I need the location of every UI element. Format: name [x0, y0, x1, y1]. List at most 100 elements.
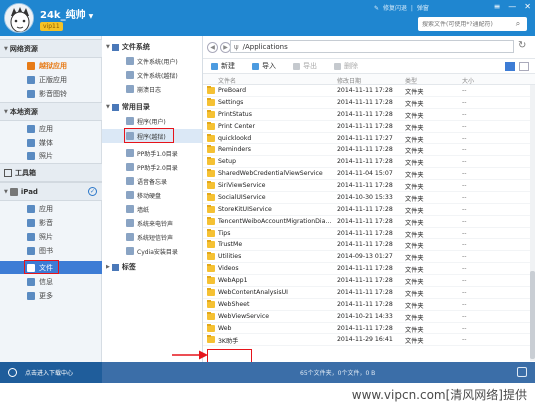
import-button[interactable]: 导入 [252, 61, 276, 71]
file-type: 文件夹 [405, 207, 424, 215]
tree-item-pp1-dir[interactable]: PP助手1.0目录 [102, 146, 202, 160]
file-name: 3K助手 [218, 338, 239, 346]
device-header[interactable]: ▼ iPad ✓ [0, 182, 102, 201]
tree-header-common[interactable]: ▼ 常用目录 [106, 102, 150, 112]
sidebar-item-device-messages[interactable]: 信息 [0, 275, 102, 288]
watermark-text: www.vipcn.com[清风网络]提供 [351, 388, 527, 402]
sidebar-item-device-media[interactable]: 影音 [0, 216, 102, 229]
sidebar-item-official-apps[interactable]: 正版应用 [0, 73, 102, 86]
table-row[interactable]: PrintStatus 2014-11-11 17:28 文件夹 -- [203, 109, 535, 121]
table-row[interactable]: WebViewService 2014-10-21 14:33 文件夹 -- [203, 311, 535, 323]
tree-item-wallpaper[interactable]: 墙纸 [102, 202, 202, 216]
microphone-icon [126, 177, 134, 185]
repair-crash-link[interactable]: 修复闪退 [383, 5, 407, 12]
tree-item-crash-logs[interactable]: 崩溃日志 [102, 82, 202, 96]
menu-icon[interactable]: ≡ [494, 2, 501, 11]
sidebar-item-device-photos[interactable]: 照片 [0, 230, 102, 243]
sidebar-item-toolbox[interactable]: 工具箱 [0, 163, 102, 182]
tree-header-filesystem[interactable]: ▼ 文件系统 [106, 42, 150, 52]
section-network-resources[interactable]: ▼ 网络资源 [0, 39, 102, 58]
column-date[interactable]: 修改日期 [337, 76, 361, 85]
refresh-icon[interactable]: ↻ [518, 40, 526, 51]
sidebar-item-local-photos[interactable]: 照片 [0, 149, 102, 162]
table-row[interactable]: Tips 2014-11-11 17:28 文件夹 -- [203, 228, 535, 240]
file-date: 2014-11-11 17:28 [337, 277, 393, 284]
table-row[interactable]: 3K助手 2014-11-29 16:41 文件夹 -- [203, 334, 535, 347]
file-type: 文件夹 [405, 112, 424, 120]
tree-item-call-ringtones[interactable]: 系统来电铃声 [102, 216, 202, 230]
table-row[interactable]: TencentWeiboAccountMigrationDia... 2014-1… [203, 216, 535, 228]
log-icon [126, 85, 134, 93]
scrollbar[interactable] [530, 85, 535, 361]
tree-item-fs-user[interactable]: 文件系统(用户) [102, 54, 202, 68]
table-row[interactable]: PreBoard 2014-11-11 17:28 文件夹 -- [203, 85, 535, 97]
tree-item-apps-user[interactable]: 程序(用户) [102, 114, 202, 128]
table-row[interactable]: Utilities 2014-09-13 01:27 文件夹 -- [203, 251, 535, 264]
app-icon [27, 124, 35, 133]
column-type[interactable]: 类型 [405, 76, 417, 85]
username[interactable]: 24k_纯帅 ▼ [40, 6, 93, 21]
tree-item-sms-ringtones[interactable]: 系统短信铃声 [102, 230, 202, 244]
search-icon[interactable]: ⌕ [512, 19, 524, 29]
minimize-icon[interactable]: — [508, 2, 516, 11]
task-icon[interactable] [517, 367, 527, 377]
table-row[interactable]: quicklookd 2014-11-11 17:27 文件夹 -- [203, 133, 535, 145]
folder-icon [207, 181, 215, 189]
table-row[interactable]: SiriViewService 2014-11-11 17:28 文件夹 -- [203, 180, 535, 192]
download-center-button[interactable]: 点击进入下载中心 [0, 362, 102, 383]
file-name: Utilities [218, 253, 242, 261]
file-size: -- [462, 241, 467, 249]
column-size[interactable]: 大小 [462, 76, 474, 85]
folder-icon [207, 287, 215, 296]
column-name[interactable]: 文件名 [218, 76, 236, 85]
table-row[interactable]: Reminders 2014-11-11 17:28 文件夹 -- [203, 144, 535, 157]
table-row[interactable]: SharedWebCredentialViewService 2014-11-04… [203, 168, 535, 180]
section-local-resources[interactable]: ▼ 本地资源 [0, 102, 102, 121]
sidebar-item-device-apps[interactable]: 应用 [0, 202, 102, 215]
export-button[interactable]: 导出 [293, 61, 317, 71]
list-view-icon[interactable] [505, 62, 515, 71]
grid-view-icon[interactable] [519, 62, 529, 71]
delete-button[interactable]: 删除 [334, 61, 358, 71]
popup-link[interactable]: 弹窗 [417, 5, 429, 12]
sidebar-item-device-more[interactable]: 更多 [0, 289, 102, 302]
sidebar-item-device-books[interactable]: 图书 [0, 244, 102, 257]
table-row[interactable]: WebContentAnalysisUI 2014-11-11 17:28 文件夹 -… [203, 287, 535, 299]
sidebar-item-local-media[interactable]: 媒体 [0, 136, 102, 149]
table-row[interactable]: Web 2014-11-11 17:28 文件夹 -- [203, 323, 535, 335]
tree-header-tags[interactable]: ▶ 标签 [106, 262, 136, 272]
table-row[interactable]: WebApp1 2014-11-11 17:28 文件夹 -- [203, 275, 535, 287]
file-type: 文件夹 [405, 243, 424, 251]
tree-item-pp2-dir[interactable]: PP助手2.0目录 [102, 160, 202, 174]
file-name: WebViewService [218, 312, 270, 320]
filesystem-icon [111, 43, 119, 51]
sidebar-item-local-apps[interactable]: 应用 [0, 122, 102, 135]
vip-badge: vip11 [40, 22, 63, 31]
search-input[interactable] [418, 20, 512, 28]
table-row[interactable]: StoreKitUIService 2014-11-11 17:28 文件夹 -- [203, 204, 535, 216]
file-type: 文件夹 [405, 338, 424, 346]
folder-icon [207, 169, 215, 178]
table-row[interactable]: Print Center 2014-11-11 17:28 文件夹 -- [203, 121, 535, 133]
sidebar-item-jailbreak-apps[interactable]: 越狱应用 [0, 59, 102, 72]
table-row[interactable]: SocialUIService 2014-10-30 15:33 文件夹 -- [203, 192, 535, 204]
table-row[interactable]: Videos 2014-11-11 17:28 文件夹 -- [203, 263, 535, 275]
tree-item-cydia-dir[interactable]: Cydia安装目录 [102, 244, 202, 258]
table-row[interactable]: TrustMe 2014-11-11 17:28 文件夹 -- [203, 239, 535, 252]
table-row[interactable]: WebSheet 2014-11-11 17:28 文件夹 -- [203, 299, 535, 311]
table-row[interactable]: Settings 2014-11-11 17:28 文件夹 -- [203, 97, 535, 109]
list-icon [111, 103, 119, 111]
path-input[interactable]: ψ /Applications [230, 40, 514, 53]
scrollbar-thumb[interactable] [530, 271, 535, 359]
avatar[interactable] [4, 3, 34, 33]
file-toolbar: 新建 导入 导出 删除 [203, 58, 535, 74]
tree-item-mobile-disk[interactable]: 移动硬盘 [102, 188, 202, 202]
close-icon[interactable]: ✕ [524, 2, 531, 11]
tree-item-voice-memos[interactable]: 语音备忘录 [102, 174, 202, 188]
bell-icon [126, 219, 134, 227]
back-icon[interactable]: ◀ [207, 41, 218, 53]
table-row[interactable]: Setup 2014-11-11 17:28 文件夹 -- [203, 156, 535, 169]
tree-item-fs-jailbreak[interactable]: 文件系统(越狱) [102, 68, 202, 82]
sidebar-item-media-ringtones[interactable]: 影音图铃 [0, 87, 102, 100]
new-button[interactable]: 新建 [211, 61, 235, 71]
